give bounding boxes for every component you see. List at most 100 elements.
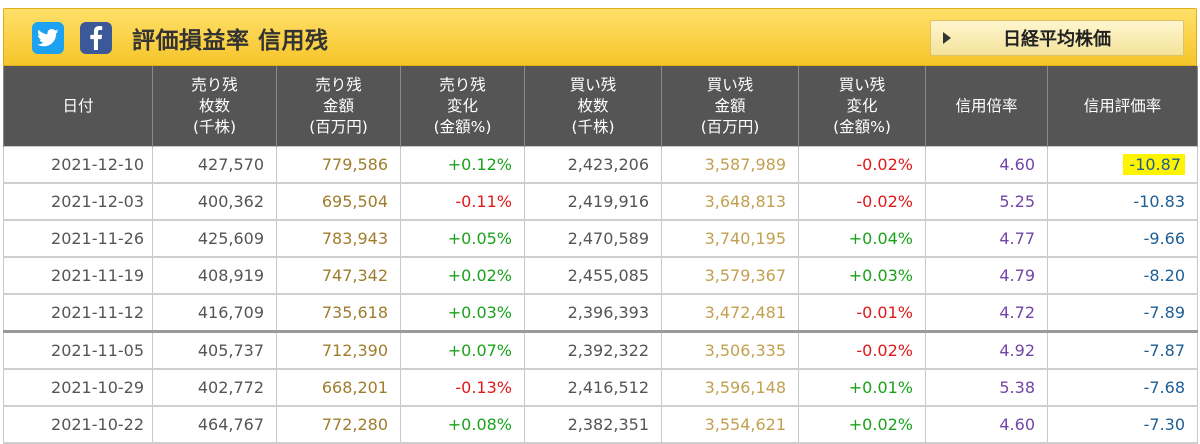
- twitter-share-button[interactable]: [32, 22, 64, 54]
- cell-date: 2021-12-03: [3, 182, 153, 221]
- cell-buy-change: +0.02%: [798, 405, 926, 444]
- cell-buy-shares: 2,470,589: [524, 219, 662, 258]
- nikkei-average-label: 日経平均株価: [1003, 29, 1111, 50]
- column-header-line: 信用倍率: [955, 96, 1018, 115]
- table-row: 2021-10-29 402,772 668,201 -0.13% 2,416,512 3…: [3, 368, 1198, 407]
- cell-buy-shares: 2,423,206: [524, 146, 662, 184]
- cell-date: 2021-12-10: [3, 146, 153, 184]
- column-header-buy-change: 買い残変化 (金額%): [798, 66, 926, 147]
- cell-margin-ratio: 5.25: [925, 182, 1048, 221]
- cell-margin-eval-rate: -9.66: [1047, 219, 1198, 258]
- cell-date: 2021-11-12: [3, 293, 153, 332]
- cell-buy-amount: 3,596,148: [661, 368, 799, 407]
- column-header-line: 金額: [322, 96, 354, 115]
- cell-margin-ratio: 4.92: [925, 330, 1048, 370]
- column-header-line: 売り残: [439, 75, 486, 94]
- page-title: 評価損益率 信用残: [132, 28, 329, 54]
- cell-sell-shares: 425,609: [152, 219, 277, 258]
- column-header-line: 買い残: [569, 75, 617, 94]
- cell-date: 2021-11-19: [3, 256, 153, 295]
- cell-sell-amount: 772,280: [276, 405, 401, 444]
- highlighted-value: -10.87: [1123, 154, 1185, 175]
- column-header-line: (金額%): [433, 117, 492, 136]
- column-header-line: 枚数: [198, 96, 230, 115]
- cell-buy-shares: 2,382,351: [524, 405, 662, 444]
- cell-margin-ratio: 4.60: [925, 405, 1048, 444]
- twitter-icon: [37, 29, 59, 47]
- column-header-buy-shares: 買い残 枚数 (千株): [524, 66, 662, 147]
- cell-sell-amount: 779,586: [276, 146, 401, 184]
- cell-buy-change: +0.03%: [798, 256, 926, 295]
- column-header-line: 買い残: [838, 75, 886, 94]
- table-row: 2021-12-03 400,362 695,504 -0.11% 2,419,916 3…: [3, 182, 1198, 221]
- column-header-line: 変化: [846, 96, 878, 115]
- cell-sell-change: -0.11%: [400, 182, 525, 221]
- nikkei-average-button[interactable]: 日経平均株価: [930, 20, 1184, 56]
- column-header-sell-shares: 売り残 枚数 (千株): [152, 66, 277, 147]
- cell-sell-change: +0.08%: [400, 405, 525, 444]
- title-bar: 評価損益率 信用残 日経平均株価: [3, 8, 1197, 66]
- cell-buy-amount: 3,472,481: [661, 293, 799, 332]
- table-body: 2021-12-10 427,570 779,586 +0.12% 2,423,206 3…: [3, 146, 1198, 444]
- cell-buy-change: +0.01%: [798, 368, 926, 407]
- table-row: 2021-11-19 408,919 747,342 +0.02% 2,455,085 3…: [3, 256, 1198, 295]
- cell-buy-change: -0.02%: [798, 330, 926, 370]
- cell-sell-shares: 427,570: [152, 146, 277, 184]
- cell-sell-change: +0.12%: [400, 146, 525, 184]
- column-header-line: 売り残: [191, 75, 238, 94]
- cell-sell-amount: 735,618: [276, 293, 401, 332]
- facebook-share-button[interactable]: [80, 22, 112, 54]
- cell-buy-amount: 3,579,367: [661, 256, 799, 295]
- cell-date: 2021-10-29: [3, 368, 153, 407]
- cell-buy-shares: 2,396,393: [524, 293, 662, 332]
- cell-buy-shares: 2,419,916: [524, 182, 662, 221]
- column-header-line: (百万円): [700, 117, 760, 136]
- table-row: 2021-11-05 405,737 712,390 +0.07% 2,392,322 3…: [3, 330, 1198, 370]
- cell-margin-ratio: 4.60: [925, 146, 1048, 184]
- column-header-line: (百万円): [309, 117, 368, 136]
- cell-margin-ratio: 5.38: [925, 368, 1048, 407]
- page: 評価損益率 信用残 日経平均株価 日付 売り残 枚数 (千株) 売り残 金額 (百万円) 売り…: [3, 0, 1198, 444]
- cell-margin-eval-rate: -7.87: [1047, 330, 1198, 370]
- cell-buy-amount: 3,554,621: [661, 405, 799, 444]
- column-header-line: 買い残: [706, 75, 754, 94]
- cell-sell-amount: 695,504: [276, 182, 401, 221]
- cell-margin-eval-rate: -10.83: [1047, 182, 1198, 221]
- cell-margin-ratio: 4.77: [925, 219, 1048, 258]
- column-header-date: 日付: [3, 66, 153, 147]
- table-row: 2021-12-10 427,570 779,586 +0.12% 2,423,206 3…: [3, 146, 1198, 184]
- column-header-line: 売り残: [315, 75, 362, 94]
- column-header-line: (千株): [571, 117, 615, 136]
- cell-sell-amount: 668,201: [276, 368, 401, 407]
- cell-sell-shares: 464,767: [152, 405, 277, 444]
- column-header-line: 変化: [446, 96, 478, 115]
- cell-margin-ratio: 4.72: [925, 293, 1048, 332]
- cell-sell-change: +0.02%: [400, 256, 525, 295]
- table-header-row: 日付 売り残枚数 (千株) 売り残金額 (百万円) 売り残変化 (金額%) 買い残 枚数 (千株)…: [3, 66, 1198, 147]
- column-header-line: 金額: [714, 96, 746, 115]
- cell-margin-eval-rate: -7.89: [1047, 293, 1198, 332]
- cell-sell-change: +0.07%: [400, 330, 525, 370]
- cell-buy-change: +0.04%: [798, 219, 926, 258]
- cell-date: 2021-11-05: [3, 330, 153, 370]
- cell-sell-change: -0.13%: [400, 368, 525, 407]
- cell-sell-shares: 405,737: [152, 330, 277, 370]
- table-row: 2021-10-22 464,767 772,280 +0.08% 2,382,351 3…: [3, 405, 1198, 444]
- cell-sell-change: +0.05%: [400, 219, 525, 258]
- column-header-margin-eval-rate: 信用評価率: [1047, 66, 1198, 147]
- column-header-margin-ratio: 信用倍率: [925, 66, 1048, 147]
- cell-buy-shares: 2,416,512: [524, 368, 662, 407]
- column-header-sell-amount: 売り残金額 (百万円): [276, 66, 401, 147]
- cell-sell-shares: 408,919: [152, 256, 277, 295]
- column-header-line: (金額%): [833, 117, 891, 136]
- table-row: 2021-11-12 416,709 735,618 +0.03% 2,396,393 3…: [3, 293, 1198, 332]
- cell-sell-amount: 783,943: [276, 219, 401, 258]
- cell-margin-eval-rate: -7.68: [1047, 368, 1198, 407]
- cell-sell-amount: 747,342: [276, 256, 401, 295]
- cell-margin-eval-rate: -10.87: [1047, 146, 1198, 184]
- cell-sell-shares: 400,362: [152, 182, 277, 221]
- column-header-line: 信用評価率: [1083, 96, 1162, 115]
- cell-buy-shares: 2,392,322: [524, 330, 662, 370]
- cell-buy-amount: 3,506,335: [661, 330, 799, 370]
- cell-date: 2021-11-26: [3, 219, 153, 258]
